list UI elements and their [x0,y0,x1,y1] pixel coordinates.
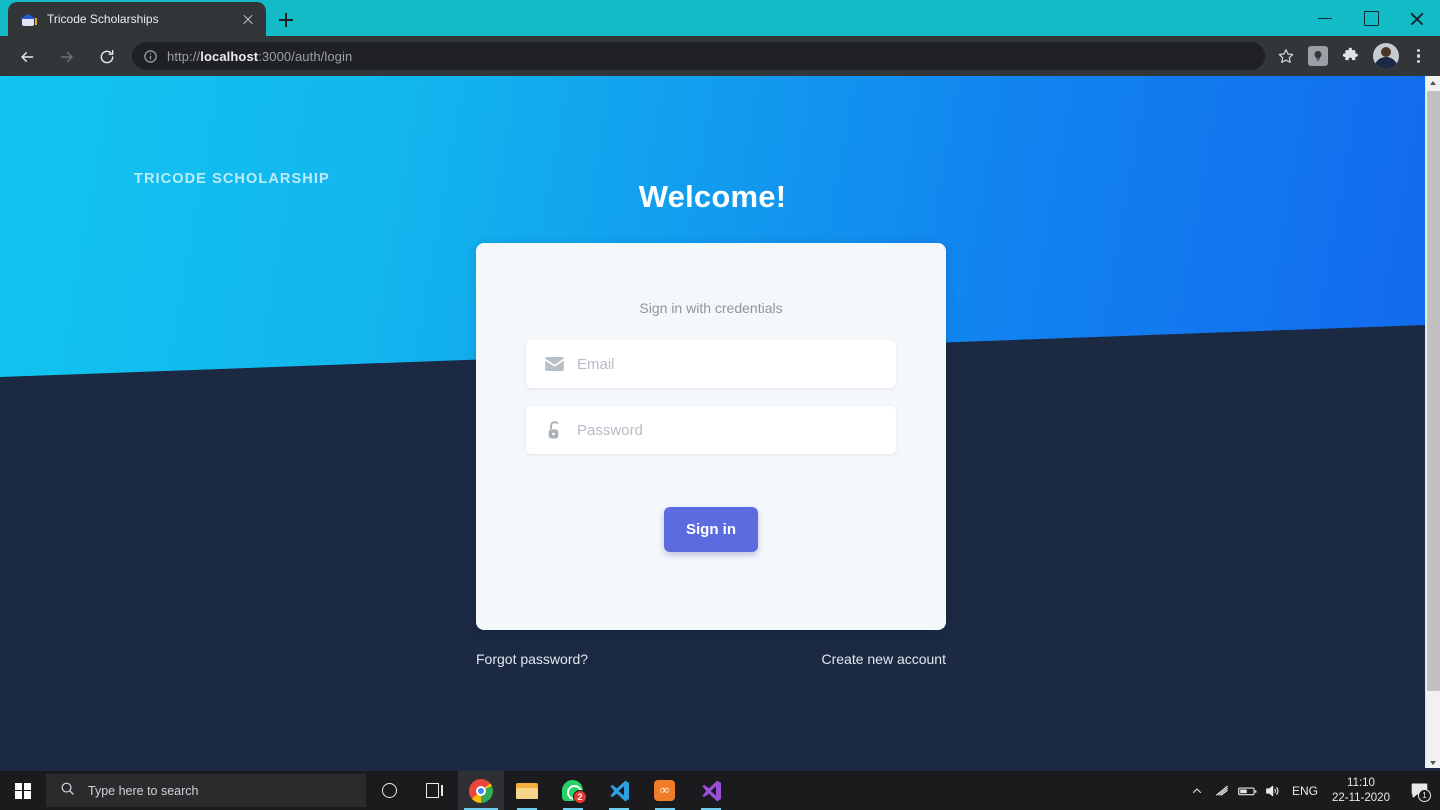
auth-links: Forgot password? Create new account [476,651,946,667]
task-view-icon[interactable] [412,771,458,810]
card-subtitle: Sign in with credentials [639,300,783,316]
clock[interactable]: 11:10 22-11-2020 [1328,776,1402,806]
login-page: TRICODE SCHOLARSHIP Welcome! Sign in wit… [0,76,1425,771]
scroll-up-arrow-icon[interactable] [1426,76,1440,91]
create-account-link[interactable]: Create new account [821,651,946,667]
envelope-icon [543,357,565,371]
chevron-up-icon[interactable] [1185,771,1210,810]
clock-date: 22-11-2020 [1332,791,1390,804]
search-input[interactable]: Type here to search [46,774,366,807]
puzzle-icon[interactable] [1339,43,1365,69]
avatar-icon[interactable] [1373,43,1399,69]
browser-tab[interactable]: Tricode Scholarships [8,2,266,36]
battery-icon[interactable] [1235,771,1260,810]
speaker-icon[interactable] [1260,771,1285,810]
three-dots-vertical-icon[interactable] [1405,43,1431,69]
taskbar-app-vscode[interactable] [596,771,642,810]
url-scheme: http:// [167,48,201,64]
vscode-icon [607,779,631,803]
unlocked-padlock-icon [543,420,565,440]
password-placeholder: Password [577,421,643,439]
file-explorer-icon [515,779,539,803]
taskbar-app-visual-studio[interactable] [688,771,734,810]
email-placeholder: Email [577,355,615,373]
taskbar-app-file-explorer[interactable] [504,771,550,810]
tab-strip: Tricode Scholarships [0,0,1440,36]
browser-window: Tricode Scholarships http://localhost:30… [0,0,1440,810]
windows-logo-icon[interactable] [0,771,46,810]
address-bar[interactable]: http://localhost:3000/auth/login [132,42,1265,70]
tab-title: Tricode Scholarships [47,12,159,26]
maximize-icon[interactable] [1348,0,1394,36]
language-indicator[interactable]: ENG [1285,784,1328,798]
notification-count: 1 [1418,789,1431,802]
password-field[interactable]: Password [526,406,896,454]
close-icon[interactable] [1394,0,1440,36]
clock-time: 11:10 [1347,776,1375,789]
close-icon[interactable] [238,9,258,29]
taskbar-app-whatsapp[interactable]: 2 [550,771,596,810]
taskbar-app-xampp[interactable]: ∞ [642,771,688,810]
info-circle-icon[interactable] [143,49,158,64]
new-tab-button[interactable] [272,6,300,34]
page-scrollbar[interactable] [1425,76,1440,771]
graduation-cap-icon [20,11,37,28]
forward-arrow-icon[interactable] [50,40,82,72]
forgot-password-link[interactable]: Forgot password? [476,651,588,667]
reload-icon[interactable] [90,40,122,72]
action-center-icon[interactable]: 1 [1402,771,1436,810]
minimize-icon[interactable] [1302,0,1348,36]
taskbar-app-chrome[interactable] [458,771,504,810]
windows-taskbar: Type here to search 2 ∞ ENG 11:10 22-11-… [0,771,1440,810]
visual-studio-icon [699,779,723,803]
scrollbar-thumb[interactable] [1427,91,1440,691]
xampp-icon: ∞ [653,779,677,803]
whatsapp-badge: 2 [573,789,587,804]
url-host: localhost [200,48,259,64]
lamp-icon[interactable] [1305,43,1331,69]
wifi-icon[interactable] [1210,771,1235,810]
browser-toolbar: http://localhost:3000/auth/login [0,36,1440,76]
cortana-icon[interactable] [366,771,412,810]
url-path: :3000/auth/login [258,48,353,64]
chrome-icon [469,778,493,803]
system-tray: ENG 11:10 22-11-2020 1 [1185,771,1440,810]
whatsapp-icon: 2 [561,779,587,804]
window-controls [1302,0,1440,36]
page-viewport: TRICODE SCHOLARSHIP Welcome! Sign in wit… [0,76,1440,771]
page-title: Welcome! [638,179,787,214]
sign-in-button[interactable]: Sign in [664,507,758,552]
back-arrow-icon[interactable] [10,40,42,72]
search-icon [60,781,75,801]
login-card: Sign in with credentials Email Password … [476,243,946,630]
email-field[interactable]: Email [526,340,896,388]
star-icon[interactable] [1273,43,1299,69]
search-placeholder: Type here to search [88,783,199,798]
url-text: http://localhost:3000/auth/login [167,49,352,64]
